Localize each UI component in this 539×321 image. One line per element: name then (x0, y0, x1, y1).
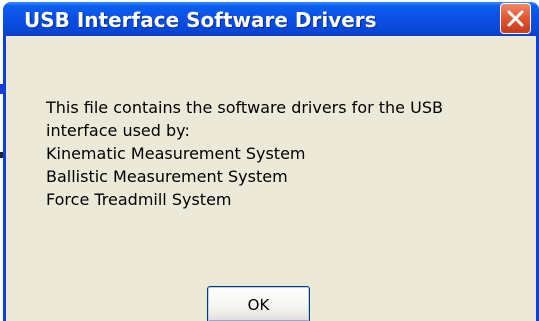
message-line: This file contains the software drivers … (46, 98, 443, 117)
close-button[interactable] (500, 3, 531, 34)
message-dialog: USB Interface Software Drivers This file… (3, 2, 539, 321)
close-icon (507, 10, 524, 27)
title-bar[interactable]: USB Interface Software Drivers (3, 2, 539, 36)
ok-button[interactable]: OK (207, 286, 310, 321)
message-text: This file contains the software drivers … (46, 96, 443, 211)
dialog-title: USB Interface Software Drivers (24, 8, 377, 32)
message-line: Ballistic Measurement System (46, 167, 288, 186)
message-line: Kinematic Measurement System (46, 144, 306, 163)
message-line: Force Treadmill System (46, 190, 232, 209)
message-line: interface used by: (46, 121, 190, 140)
screen: USB Interface Software Drivers This file… (0, 0, 539, 321)
dialog-body: This file contains the software drivers … (6, 36, 536, 321)
